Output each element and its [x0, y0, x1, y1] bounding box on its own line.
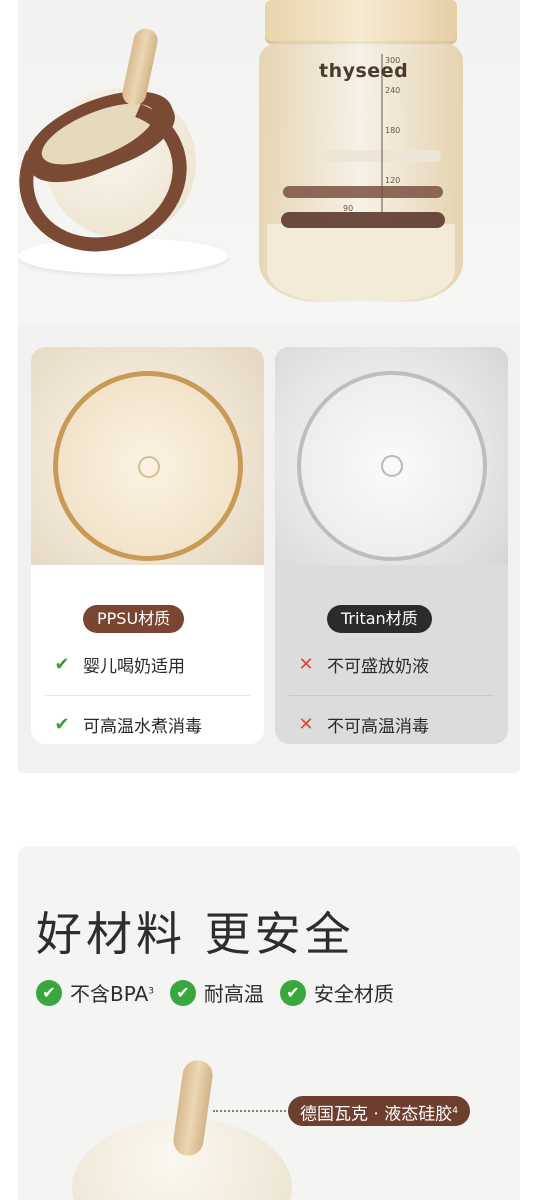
base-center-nub [381, 455, 403, 477]
ppsu-feature-row: ✔ 可高温水煮消毒 [51, 709, 244, 739]
product-detail-page: thyseed 300 240 180 120 90 PPSU材质 ✔ 婴儿喝奶… [0, 0, 536, 1200]
tritan-feature-row: ✕ 不可高温消毒 [295, 709, 488, 739]
badge-text: 耐高温 [203, 982, 264, 1006]
ppsu-label: PPSU材质 [83, 605, 185, 633]
tritan-label: Tritan材质 [327, 605, 432, 633]
check-icon: ✔ [54, 713, 70, 735]
row-divider [289, 695, 494, 696]
badge-text: 安全材质 [313, 982, 394, 1006]
tritan-feature-text: 不可盛放奶液 [327, 656, 429, 677]
safety-section: 好材料 更安全 ✔ 不含BPA3 ✔ 耐高温 ✔ 安全材质 德国瓦克 · 液态硅… [18, 846, 520, 1200]
tritan-feature-row: ✕ 不可盛放奶液 [295, 649, 488, 679]
check-circle-icon: ✔ [279, 979, 306, 1006]
badge-heat-resistant: ✔ 耐高温 [169, 978, 264, 1007]
base-center-nub [138, 456, 160, 478]
badge-safe-material: ✔ 安全材质 [279, 978, 394, 1007]
material-comparison: PPSU材质 ✔ 婴儿喝奶适用 ✔ 可高温水煮消毒 Tritan材质 ✕ 不可盛… [18, 325, 520, 773]
scale-tick: 120 [385, 176, 401, 185]
badge-bpa-free: ✔ 不含BPA3 [36, 978, 154, 1007]
section-headline: 好材料 更安全 [36, 907, 355, 961]
check-circle-icon: ✔ [36, 979, 62, 1006]
scale-tick: 240 [385, 86, 401, 95]
badge-text: 不含BPA3 [70, 982, 154, 1006]
ppsu-card: PPSU材质 ✔ 婴儿喝奶适用 ✔ 可高温水煮消毒 [31, 347, 264, 744]
scale-tick: 180 [385, 126, 401, 135]
check-icon: ✔ [54, 653, 70, 675]
ppsu-feature-row: ✔ 婴儿喝奶适用 [51, 649, 244, 679]
safety-badges: ✔ 不含BPA3 ✔ 耐高温 ✔ 安全材质 [36, 978, 410, 1007]
bottle-milk [267, 224, 455, 300]
bottle-neck [265, 0, 457, 44]
ppsu-bottle-base-photo [31, 347, 264, 565]
scale-tick: 300 [385, 56, 401, 65]
cross-icon: ✕ [298, 713, 314, 735]
ppsu-feature-text: 可高温水煮消毒 [83, 716, 202, 737]
tritan-bottle-base [297, 371, 487, 561]
decor-stroke-brown [283, 186, 443, 198]
tritan-bottle-base-photo [275, 347, 508, 565]
material-callout: 德国瓦克 · 液态硅胶4 [288, 1096, 470, 1126]
ppsu-bottle-base [53, 371, 243, 561]
cross-icon: ✕ [298, 653, 314, 675]
scale-tick: 90 [343, 204, 354, 213]
baby-bottle: thyseed 300 240 180 120 90 [243, 0, 473, 308]
check-circle-icon: ✔ [169, 979, 196, 1006]
ppsu-feature-text: 婴儿喝奶适用 [83, 656, 185, 677]
tritan-feature-text: 不可高温消毒 [327, 716, 429, 737]
decor-stroke-dark [281, 212, 445, 228]
tritan-card: Tritan材质 ✕ 不可盛放奶液 ✕ 不可高温消毒 [275, 347, 508, 744]
row-divider [45, 695, 250, 696]
